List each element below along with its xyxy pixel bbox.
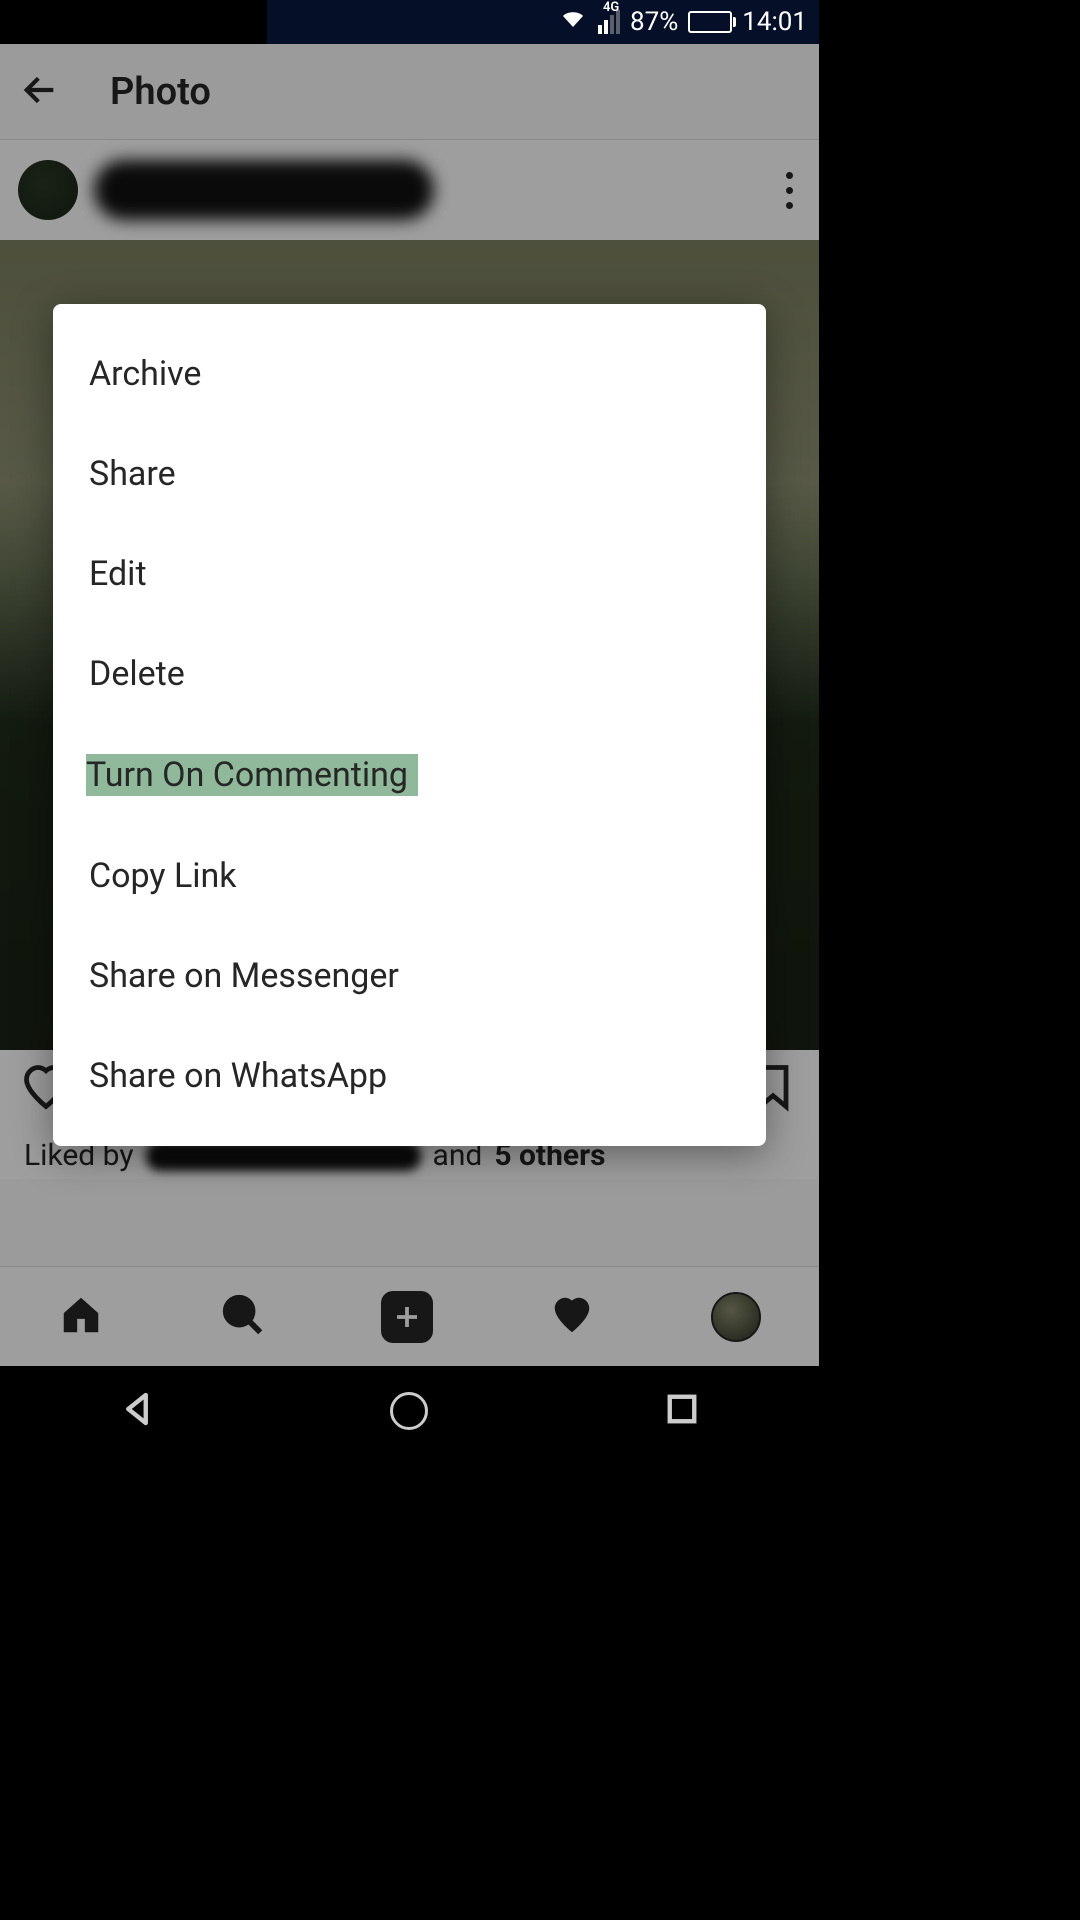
bottom-nav: [0, 1266, 819, 1366]
modal-item-label: Delete: [89, 654, 185, 694]
search-icon[interactable]: [220, 1292, 266, 1342]
device-frame: 4G 87% 14:01 Photo: [0, 0, 819, 1456]
modal-item-label: Archive: [89, 354, 201, 394]
avatar[interactable]: [18, 160, 78, 220]
activity-icon[interactable]: [549, 1292, 595, 1342]
modal-item-label: Copy Link: [89, 856, 237, 896]
signal-icon: 4G: [598, 10, 620, 34]
android-nav-bar: [0, 1366, 819, 1456]
more-options-icon[interactable]: [778, 164, 801, 217]
add-post-icon[interactable]: [381, 1291, 433, 1343]
modal-item-label: Share on WhatsApp: [89, 1056, 387, 1096]
battery-icon: [688, 11, 732, 33]
android-recent-icon[interactable]: [661, 1388, 703, 1434]
profile-avatar-icon[interactable]: [711, 1292, 761, 1342]
modal-item-label: Edit: [89, 554, 147, 594]
status-redaction: [0, 0, 267, 44]
app-body: Photo Liked by and 5 others: [0, 44, 819, 1366]
status-bar: 4G 87% 14:01: [0, 0, 819, 44]
android-home-icon[interactable]: [390, 1392, 428, 1430]
options-modal: Archive Share Edit Delete Turn On Commen…: [53, 304, 766, 1146]
clock: 14:01: [742, 7, 807, 37]
username-redacted: [94, 160, 434, 220]
modal-item-share[interactable]: Share: [53, 424, 766, 524]
wifi-icon: [558, 7, 588, 38]
modal-item-label: Share on Messenger: [89, 956, 399, 996]
modal-item-share-whatsapp[interactable]: Share on WhatsApp: [53, 1026, 766, 1126]
battery-percent: 87%: [630, 7, 678, 37]
back-icon[interactable]: [20, 70, 60, 114]
modal-item-turn-on-commenting[interactable]: Turn On Commenting: [53, 724, 766, 826]
modal-item-label: Share: [89, 454, 176, 494]
modal-item-share-messenger[interactable]: Share on Messenger: [53, 926, 766, 1026]
modal-item-copy-link[interactable]: Copy Link: [53, 826, 766, 926]
post-header: [0, 140, 819, 240]
home-icon[interactable]: [58, 1292, 104, 1342]
modal-item-delete[interactable]: Delete: [53, 624, 766, 724]
modal-item-archive[interactable]: Archive: [53, 324, 766, 424]
page-title: Photo: [110, 70, 211, 114]
modal-item-label: Turn On Commenting: [86, 754, 418, 796]
android-back-icon[interactable]: [116, 1388, 158, 1434]
app-header: Photo: [0, 44, 819, 140]
modal-item-edit[interactable]: Edit: [53, 524, 766, 624]
